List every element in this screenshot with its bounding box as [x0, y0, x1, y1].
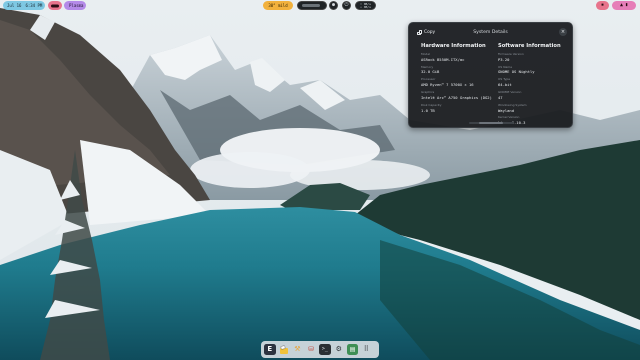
media-progress [302, 4, 320, 7]
field-value: Intel® Arc™ A750 Graphics (DG2) [421, 94, 492, 100]
activities-button[interactable] [48, 1, 62, 10]
software-section: Software Information Firmware Version P3… [498, 43, 570, 129]
quick-settings-button[interactable]: ▲ ▮ [612, 1, 636, 10]
dock-glyph: E [267, 345, 273, 353]
hardware-heading: Hardware Information [421, 43, 486, 49]
network-speed[interactable]: ↑ 0B/s ↓ 0B/s [355, 1, 376, 10]
text-editor-icon[interactable]: ▤ [346, 343, 359, 356]
hardware-section: Hardware Information Model ASRock B550M-… [421, 43, 493, 116]
dock-glyph: ⚙ [335, 345, 342, 353]
hardware-field: Disk Capacity 1.0 TB [421, 103, 493, 117]
field-value: 1.0 TB [421, 107, 435, 113]
app-launcher-icon[interactable]: E [264, 343, 276, 356]
terminal-icon[interactable]: >_ [319, 343, 331, 356]
dock-glyph: ⛁ [308, 345, 315, 353]
activities-icon [51, 4, 59, 7]
dock-glyph: ▤ [349, 345, 356, 353]
field-value: ASRock B550M-ITX/ac [421, 56, 465, 62]
close-button[interactable]: × [559, 28, 567, 36]
power-button[interactable]: ⏻ [342, 1, 351, 10]
battery-icon: ▮ [625, 2, 629, 8]
workspace-name: Plasma [69, 3, 84, 8]
field-value: GNOME OS Nightly [498, 69, 535, 75]
dock-glyph: >_ [321, 346, 328, 352]
disks-icon[interactable]: ⛁ [305, 344, 317, 356]
builder-icon[interactable]: ⚒ [292, 344, 304, 356]
window-header: Copy System Details × [409, 23, 572, 41]
dock: E ⚒ ⛁ >_ ⚙ ▤ ⠿ [261, 341, 379, 358]
media-indicator[interactable] [297, 1, 327, 10]
network-down: ↓ 0B/s [360, 4, 371, 9]
clock-time: 6:34 PM [25, 3, 43, 8]
hardware-field: Graphics Intel® Arc™ A750 Graphics (DG2) [421, 90, 493, 104]
window-title: System Details [473, 29, 508, 35]
software-heading: Software Information [498, 43, 561, 49]
top-bar: Jul 16 6:34 PM Plasma 30° mild ● ⏻ ↑ 0B/… [0, 0, 640, 12]
dock-glyph: ⚒ [294, 345, 301, 353]
scrollbar-thumb[interactable] [479, 122, 503, 124]
window-scrollbar[interactable] [469, 122, 514, 124]
field-value: P3.20 [498, 56, 510, 62]
clock[interactable]: Jul 16 6:34 PM [3, 1, 45, 10]
field-value: Wayland [498, 107, 515, 113]
power-icon: ⏻ [344, 2, 349, 8]
app-grid-icon[interactable]: ⠿ [361, 344, 373, 356]
system-details-window: Copy System Details × Hardware Informati… [408, 22, 573, 128]
files-folder-icon [279, 345, 288, 354]
software-field: GNOME Version 47 [498, 90, 570, 104]
microphone-button[interactable]: ● [329, 1, 338, 10]
field-value: 32.0 GiB [421, 69, 440, 75]
dock-glyph: ⠿ [363, 345, 369, 353]
software-field: Firmware Version P3.20 [498, 52, 570, 66]
settings-icon[interactable]: ⚙ [333, 344, 345, 356]
notifications-button[interactable]: ▪ [596, 1, 609, 10]
close-icon: × [560, 29, 566, 35]
clock-date: Jul 16 [7, 3, 22, 8]
bell-icon: ▪ [600, 2, 604, 8]
hardware-field: Model ASRock B550M-ITX/ac [421, 52, 493, 66]
weather-text: 30° mild [268, 3, 288, 8]
field-value: 47 [498, 94, 503, 100]
microphone-icon: ● [331, 2, 335, 8]
files-icon[interactable] [278, 344, 290, 356]
workspace-indicator[interactable]: Plasma [64, 1, 86, 10]
field-value: 64-bit [498, 82, 512, 88]
wifi-icon: ▲ [619, 2, 623, 8]
weather-indicator[interactable]: 30° mild [263, 1, 293, 10]
field-value: AMD Ryzen™ 7 5700X × 16 [421, 82, 474, 88]
